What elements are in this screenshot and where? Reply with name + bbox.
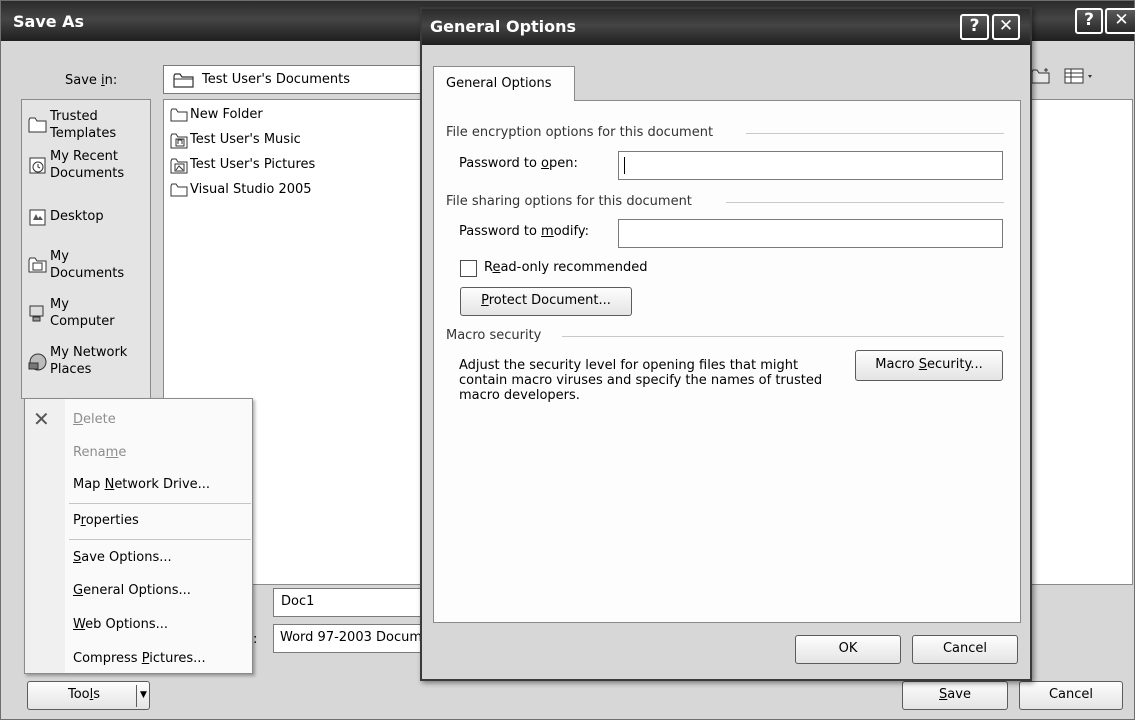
macro-security-button[interactable]: Macro Security... [855, 350, 1003, 381]
ok-button[interactable]: OK [795, 635, 901, 664]
file-type-label: : [253, 632, 258, 647]
save-in-dropdown[interactable]: Test User's Documents [163, 65, 433, 94]
menu-separator [69, 539, 251, 540]
cancel-button[interactable]: Cancel [1019, 681, 1123, 710]
save-in-value: Test User's Documents [202, 72, 350, 87]
close-button[interactable]: ✕ [992, 14, 1020, 40]
readonly-label[interactable]: Read-only recommended [484, 260, 647, 275]
list-item[interactable]: Test User's Pictures [170, 156, 315, 174]
general-options-titlebar[interactable]: General Options ? ✕ [422, 9, 1030, 45]
list-item[interactable]: Test User's Music [170, 131, 301, 149]
menu-separator [69, 503, 251, 504]
chevron-down-icon: ▼ [140, 690, 147, 700]
encryption-group-title: File encryption options for this documen… [446, 125, 714, 140]
place-recent-documents[interactable]: My Recent Documents [28, 148, 152, 184]
file-name-input[interactable]: Doc1 [273, 588, 433, 617]
toolbar-right [1031, 67, 1102, 88]
general-options-title: General Options [430, 17, 577, 36]
tab-general-options[interactable]: General Options [433, 66, 575, 101]
place-network-places[interactable]: My Network Places [28, 344, 152, 380]
menu-item-rename[interactable]: Rename [73, 442, 126, 464]
menu-item-compress-pictures[interactable]: Compress Pictures... [73, 648, 206, 670]
cancel-button[interactable]: Cancel [912, 635, 1018, 664]
place-my-computer[interactable]: My Computer [28, 296, 152, 332]
save-button[interactable]: Save [902, 681, 1008, 710]
password-open-input[interactable] [618, 151, 1003, 180]
recent-documents-icon [28, 156, 48, 176]
sharing-group-title: File sharing options for this document [446, 194, 692, 209]
my-computer-icon [28, 304, 48, 324]
folder-icon [170, 183, 188, 197]
save-as-title: Save As [13, 12, 85, 31]
place-desktop[interactable]: Desktop [28, 208, 152, 228]
close-icon: ✕ [998, 16, 1014, 36]
place-trusted-templates[interactable]: Trusted Templates [28, 108, 152, 144]
password-open-label: Password to open: [459, 156, 578, 171]
folder-icon [173, 73, 195, 88]
password-modify-input[interactable] [618, 219, 1003, 248]
new-folder-icon[interactable] [1031, 68, 1056, 88]
delete-icon: ✕ [33, 407, 50, 431]
folder-icon [170, 108, 188, 122]
menu-item-web-options[interactable]: Web Options... [73, 614, 168, 636]
my-documents-icon [28, 256, 48, 276]
pictures-folder-icon [170, 158, 188, 173]
desktop-icon [28, 209, 48, 229]
list-item[interactable]: Visual Studio 2005 [170, 181, 312, 199]
menu-item-general-options[interactable]: General Options... [73, 580, 191, 602]
protect-document-button[interactable]: Protect Document... [460, 287, 632, 316]
close-button[interactable]: ✕ [1105, 8, 1135, 34]
menu-item-delete[interactable]: Delete [73, 409, 116, 431]
help-button[interactable]: ? [1075, 8, 1103, 34]
close-icon: ✕ [1114, 10, 1129, 30]
help-icon: ? [1084, 10, 1094, 30]
place-my-documents[interactable]: My Documents [28, 248, 152, 284]
save-in-label: Save in: [65, 73, 118, 88]
macro-description: Adjust the security level for opening fi… [459, 358, 823, 403]
places-bar: Trusted Templates My Recent Documents De… [21, 99, 151, 399]
file-type-dropdown[interactable]: Word 97-2003 Document [273, 624, 433, 653]
menu-item-save-options[interactable]: Save Options... [73, 547, 172, 569]
music-folder-icon [170, 133, 188, 148]
trusted-templates-icon [28, 116, 48, 136]
help-icon: ? [969, 16, 980, 36]
menu-item-map-network-drive[interactable]: Map Network Drive... [73, 474, 210, 496]
views-icon[interactable] [1064, 68, 1094, 88]
menu-item-properties[interactable]: Properties [73, 510, 139, 532]
readonly-checkbox[interactable] [460, 260, 477, 277]
help-button[interactable]: ? [960, 14, 989, 40]
tools-menu: ✕ Delete Rename Map Network Drive... Pro… [24, 398, 253, 674]
network-places-icon [28, 352, 48, 372]
general-options-dialog: General Options ? ✕ General Options File… [420, 7, 1032, 681]
tools-button[interactable]: Tools ▼ [27, 681, 150, 710]
list-item[interactable]: New Folder [170, 106, 263, 124]
macro-group-title: Macro security [446, 328, 542, 343]
password-modify-label: Password to modify: [459, 224, 590, 239]
general-options-panel: File encryption options for this documen… [433, 100, 1021, 623]
